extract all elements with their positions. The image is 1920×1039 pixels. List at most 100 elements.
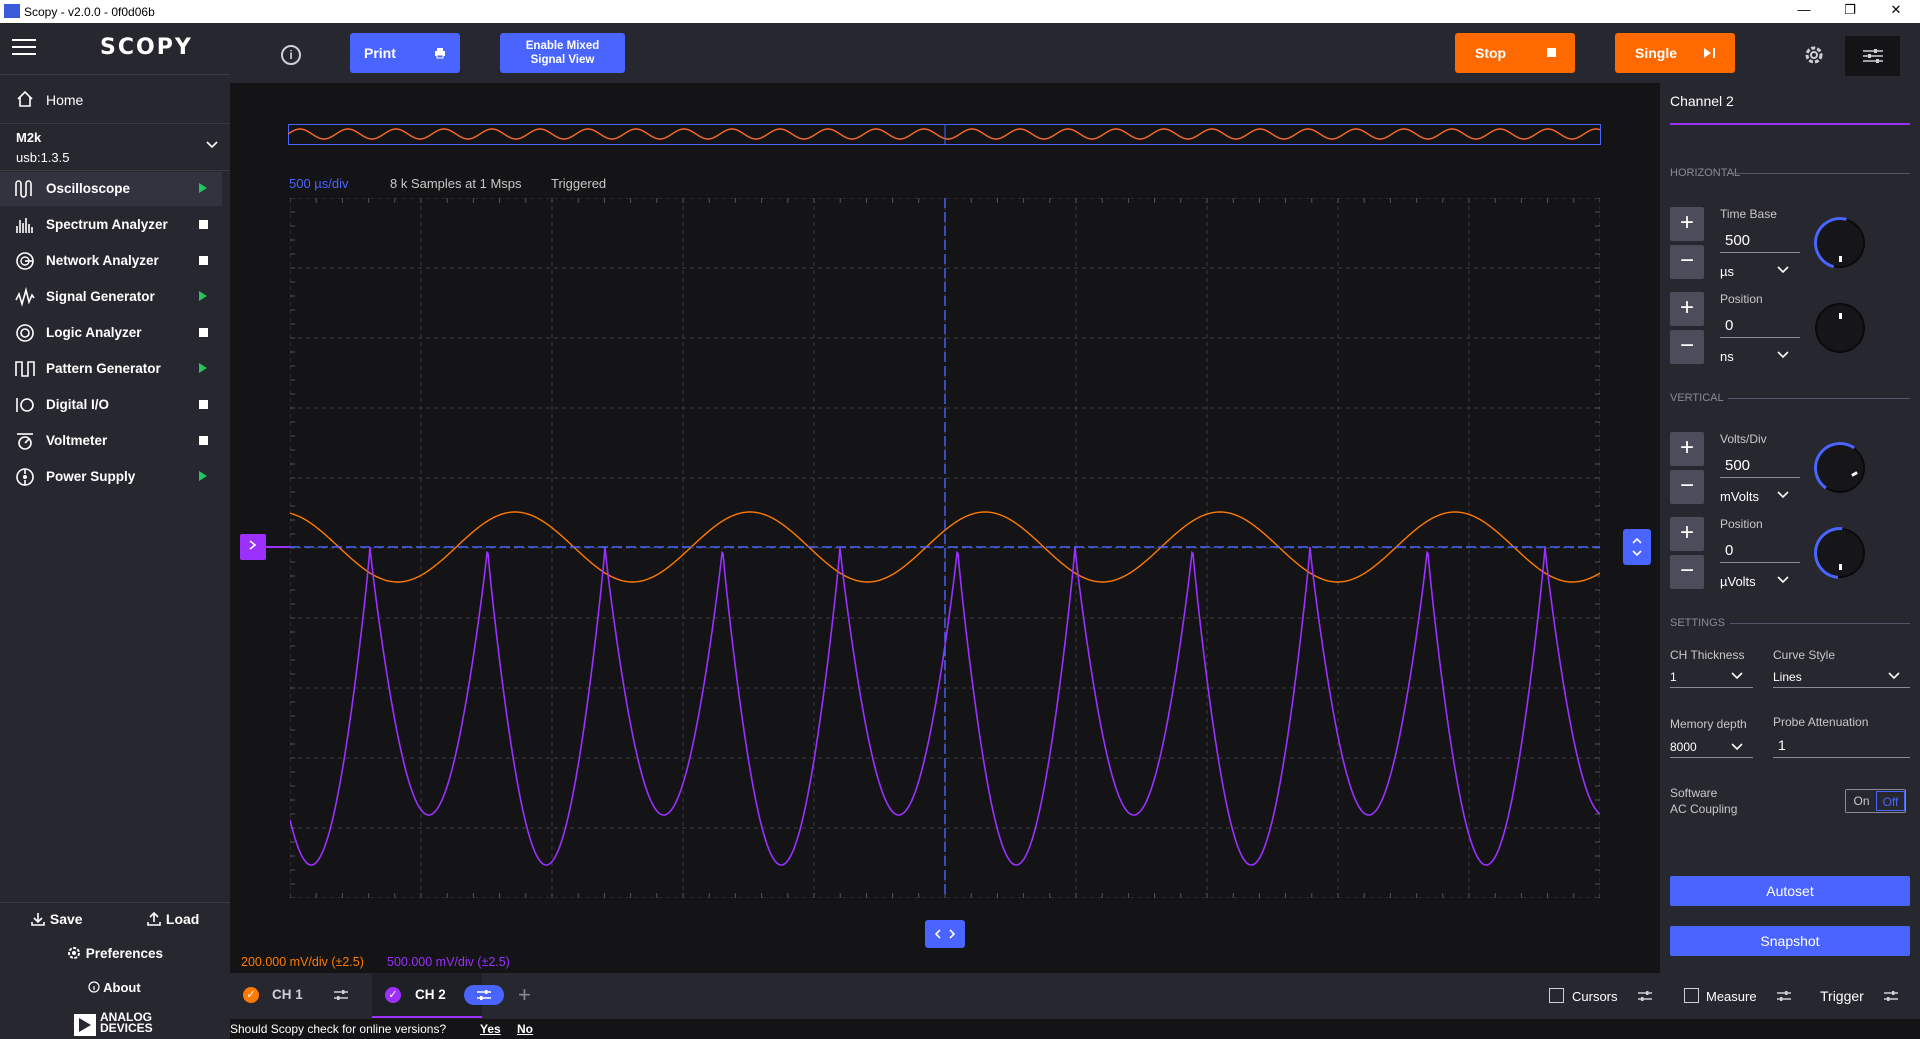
add-channel-button[interactable]: + — [518, 982, 531, 1008]
sidebar-item-oscilloscope[interactable]: Oscilloscope — [0, 172, 222, 206]
sidebar-item-label: Voltmeter — [46, 433, 108, 448]
stopped-indicator[interactable] — [199, 400, 208, 409]
minimize-button[interactable]: — — [1784, 2, 1824, 20]
update-no-link[interactable]: No — [517, 1022, 533, 1036]
ac-coupling-toggle[interactable]: On Off — [1845, 789, 1906, 813]
load-button[interactable]: Load — [146, 911, 199, 927]
chevron-down-icon[interactable] — [1777, 576, 1789, 584]
sidebar-item-spectrum-analyzer[interactable]: Spectrum Analyzer — [0, 208, 222, 242]
trigger-label[interactable]: Trigger — [1820, 988, 1864, 1004]
timebase-increase-button[interactable]: + — [1670, 207, 1704, 241]
h-position-decrease-button[interactable]: − — [1670, 330, 1704, 364]
ac-coupling-on[interactable]: On — [1847, 791, 1876, 811]
update-yes-link[interactable]: Yes — [480, 1022, 501, 1036]
trigger-position-handle[interactable] — [925, 920, 965, 948]
sliders-icon[interactable] — [1883, 990, 1899, 1002]
sidebar-item-pattern-generator[interactable]: Pattern Generator — [0, 352, 222, 386]
mixed-signal-button[interactable]: Enable Mixed Signal View — [500, 33, 625, 73]
sliders-icon — [477, 990, 491, 1000]
spectrum-icon — [16, 218, 33, 233]
v-position-knob[interactable] — [1803, 516, 1877, 590]
printer-icon — [435, 48, 445, 59]
chevron-down-icon[interactable] — [205, 140, 219, 150]
sidebar-item-network-analyzer[interactable]: Network Analyzer — [0, 244, 222, 278]
ch2-settings-button[interactable] — [464, 985, 504, 1005]
stopped-indicator[interactable] — [199, 220, 208, 229]
info-button[interactable]: i — [281, 45, 301, 65]
ch2-label[interactable]: CH 2 — [415, 987, 446, 1002]
preferences-button[interactable]: Preferences — [66, 945, 163, 961]
h-position-value-field[interactable]: 0 — [1725, 317, 1733, 334]
v-position-unit-select[interactable]: µVolts — [1720, 574, 1756, 589]
stopped-indicator[interactable] — [199, 328, 208, 337]
oscilloscope-plot[interactable] — [290, 198, 1600, 898]
volts-div-unit-select[interactable]: mVolts — [1720, 489, 1759, 504]
chevron-down-icon[interactable] — [1731, 672, 1743, 680]
print-button[interactable]: Print — [350, 33, 460, 73]
measure-checkbox[interactable] — [1684, 988, 1699, 1003]
chevron-down-icon[interactable] — [1777, 491, 1789, 499]
run-indicator[interactable] — [199, 183, 207, 193]
run-indicator[interactable] — [199, 363, 207, 373]
timebase-value-field[interactable]: 500 — [1725, 232, 1750, 249]
close-button[interactable]: ✕ — [1876, 2, 1916, 20]
single-button[interactable]: Single — [1615, 33, 1735, 73]
h-position-increase-button[interactable]: + — [1670, 292, 1704, 326]
ch1-enable-checkbox[interactable]: ✓ — [243, 987, 259, 1003]
run-indicator[interactable] — [199, 471, 207, 481]
cursors-checkbox[interactable] — [1549, 988, 1564, 1003]
ac-coupling-off[interactable]: Off — [1876, 791, 1905, 811]
about-button[interactable]: About — [88, 980, 141, 995]
v-position-increase-button[interactable]: + — [1670, 517, 1704, 551]
sliders-icon[interactable] — [1637, 990, 1653, 1002]
sliders-icon[interactable] — [1776, 990, 1792, 1002]
sidebar-item-voltmeter[interactable]: Voltmeter — [0, 424, 222, 458]
stopped-indicator[interactable] — [199, 436, 208, 445]
volts-div-decrease-button[interactable]: − — [1670, 470, 1704, 504]
chevron-down-icon[interactable] — [1731, 743, 1743, 751]
v-position-decrease-button[interactable]: − — [1670, 555, 1704, 589]
ch2-offset-handle[interactable] — [240, 534, 266, 560]
sidebar-item-signal-generator[interactable]: Signal Generator — [0, 280, 222, 314]
up-down-icon — [1632, 537, 1642, 557]
timebase-unit-select[interactable]: µs — [1720, 264, 1734, 279]
stop-button[interactable]: Stop — [1455, 33, 1575, 73]
settings-menu-button[interactable] — [1845, 36, 1900, 76]
run-indicator[interactable] — [199, 291, 207, 301]
volts-div-knob[interactable] — [1809, 437, 1871, 499]
sidebar-item-label: Home — [46, 92, 84, 108]
chevron-down-icon[interactable] — [1777, 351, 1789, 359]
chevron-down-icon[interactable] — [1888, 672, 1900, 680]
timebase-decrease-button[interactable]: − — [1670, 245, 1704, 279]
sidebar-item-home[interactable]: Home — [0, 80, 230, 118]
sidebar-item-logic-analyzer[interactable]: Logic Analyzer — [0, 316, 222, 350]
chevron-down-icon[interactable] — [1777, 266, 1789, 274]
ch2-enable-checkbox[interactable]: ✓ — [385, 987, 401, 1003]
autoset-button[interactable]: Autoset — [1670, 876, 1910, 906]
menu-icon[interactable] — [12, 39, 36, 57]
ch2-scale-label: 500.000 mV/div (±2.5) — [387, 955, 510, 969]
volts-div-increase-button[interactable]: + — [1670, 432, 1704, 466]
ch-thickness-select[interactable]: 1 — [1670, 670, 1677, 684]
snapshot-button[interactable]: Snapshot — [1670, 926, 1910, 956]
volts-div-value-field[interactable]: 500 — [1725, 457, 1750, 474]
trigger-level-handle[interactable] — [1623, 529, 1651, 565]
v-position-value-field[interactable]: 0 — [1725, 542, 1733, 559]
timebase-knob[interactable] — [1804, 207, 1876, 279]
memory-depth-select[interactable]: 8000 — [1670, 740, 1697, 754]
sidebar-item-digital-io[interactable]: Digital I/O — [0, 388, 222, 422]
ch1-label[interactable]: CH 1 — [272, 987, 303, 1002]
device-name: M2k — [16, 130, 42, 145]
about-label: About — [103, 980, 141, 995]
stopped-indicator[interactable] — [199, 256, 208, 265]
sidebar-item-power-supply[interactable]: Power Supply — [0, 460, 222, 494]
h-position-unit-select[interactable]: ns — [1720, 349, 1734, 364]
gear-icon[interactable] — [1803, 44, 1825, 66]
time-overview-bar[interactable] — [288, 124, 1602, 146]
h-position-knob[interactable] — [1815, 303, 1865, 353]
maximize-button[interactable]: ❐ — [1830, 2, 1870, 20]
sliders-icon[interactable] — [333, 989, 349, 1001]
probe-attenuation-field[interactable]: 1 — [1778, 737, 1786, 753]
save-button[interactable]: Save — [30, 911, 83, 927]
curve-style-select[interactable]: Lines — [1773, 670, 1802, 684]
